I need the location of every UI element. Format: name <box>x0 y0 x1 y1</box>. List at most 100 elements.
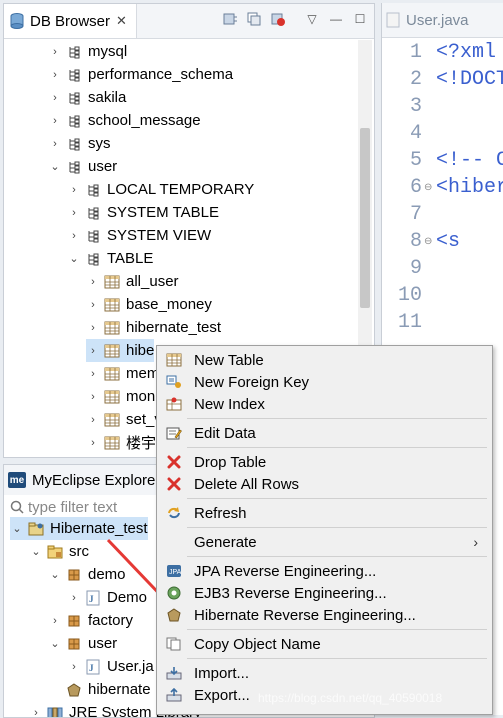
chevron-down-icon[interactable]: ⌄ <box>48 160 62 173</box>
chevron-right-icon[interactable]: › <box>86 345 100 357</box>
tree-item-set-v[interactable]: › set_v <box>86 408 162 431</box>
chevron-right-icon[interactable]: › <box>86 299 100 311</box>
maximize-icon[interactable]: ☐ <box>352 11 368 27</box>
tree-item-sys[interactable]: › sys <box>48 132 110 155</box>
menu-item-drop-table[interactable]: Drop Table <box>157 451 490 473</box>
menu-item-label: New Index <box>194 395 265 413</box>
db-browser-title: DB Browser <box>30 12 111 30</box>
tree-item-system-table[interactable]: › SYSTEM TABLE <box>67 201 219 224</box>
tree-item-mysql[interactable]: › mysql <box>48 40 127 63</box>
java-file-icon: J <box>85 659 101 675</box>
menu-item-edit-data[interactable]: Edit Data <box>157 422 490 444</box>
fold-icon[interactable]: ⊖ <box>424 182 432 193</box>
chevron-right-icon[interactable]: › <box>48 115 62 127</box>
java-file-icon: J <box>85 590 101 606</box>
watermark: https://blog.csdn.net/qq_40590018 <box>258 691 443 705</box>
view-menu-icon[interactable]: ▽ <box>304 11 320 27</box>
explorer-item-src[interactable]: ⌄ src <box>29 540 89 563</box>
tree-item-system-view[interactable]: › SYSTEM VIEW <box>67 224 211 247</box>
code-line[interactable]: <?xml <box>436 41 496 64</box>
chevron-right-icon[interactable]: › <box>86 322 100 334</box>
tree-item-performance-schema[interactable]: › performance_schema <box>48 63 233 86</box>
chevron-down-icon[interactable]: ⌄ <box>10 522 24 535</box>
explorer-item-user[interactable]: ⌄ user <box>48 632 117 655</box>
menu-item-copy-object-name[interactable]: Copy Object Name <box>157 633 490 655</box>
tree-item-mon[interactable]: › mon <box>86 385 155 408</box>
chevron-right-icon[interactable]: › <box>67 207 81 219</box>
menu-separator <box>187 418 487 419</box>
chevron-right-icon[interactable]: › <box>29 707 43 718</box>
tree-item-sakila[interactable]: › sakila <box>48 86 126 109</box>
chevron-right-icon[interactable]: › <box>67 592 81 604</box>
code-line[interactable]: <!-- C <box>436 149 503 172</box>
tree-item-user[interactable]: ⌄ user <box>48 155 117 178</box>
menu-item-new-table[interactable]: New Table <box>157 349 490 371</box>
chevron-right-icon[interactable]: › <box>86 437 100 449</box>
chevron-right-icon[interactable]: › <box>67 661 81 673</box>
explorer-item-user-ja[interactable]: › J User.ja <box>67 655 154 678</box>
chevron-right-icon[interactable]: › <box>48 69 62 81</box>
menu-item-import[interactable]: Import... <box>157 662 490 684</box>
editor-tab[interactable]: User.java <box>382 3 503 38</box>
chevron-down-icon[interactable]: ⌄ <box>48 568 62 581</box>
tree-item-local-temporary[interactable]: › LOCAL TEMPORARY <box>67 178 254 201</box>
chevron-right-icon[interactable]: › <box>48 46 62 58</box>
chevron-right-icon[interactable]: › <box>48 92 62 104</box>
explorer-item-demo[interactable]: ⌄ demo <box>48 563 125 586</box>
tree-item-label: hibernate_test <box>126 319 222 336</box>
chevron-down-icon[interactable]: ⌄ <box>29 545 43 558</box>
ejb3-icon <box>165 585 183 601</box>
chevron-right-icon[interactable]: › <box>86 276 100 288</box>
menu-item-new-index[interactable]: New Index <box>157 393 490 415</box>
menu-item-new-foreign-key[interactable]: New Foreign Key <box>157 371 490 393</box>
chevron-right-icon[interactable]: › <box>67 230 81 242</box>
code-line[interactable]: <s <box>436 230 460 253</box>
filter-input[interactable]: type filter text <box>4 495 154 519</box>
connect-icon[interactable] <box>222 11 238 27</box>
minimize-icon[interactable]: — <box>328 11 344 27</box>
menu-item-refresh[interactable]: Refresh <box>157 502 490 524</box>
chevron-right-icon[interactable]: › <box>48 138 62 150</box>
explorer-item-demo[interactable]: › J Demo <box>67 586 147 609</box>
close-icon[interactable]: ✕ <box>116 13 127 29</box>
schema-icon <box>85 205 101 221</box>
schema-icon <box>66 159 82 175</box>
explorer-item-label: src <box>69 543 89 560</box>
menu-item-delete-all-rows[interactable]: Delete All Rows <box>157 473 490 495</box>
menu-item-ejb3-reverse-engineering[interactable]: EJB3 Reverse Engineering... <box>157 582 490 604</box>
menu-item-hibernate-reverse-engineering[interactable]: Hibernate Reverse Engineering... <box>157 604 490 626</box>
explorer-item-hibernate[interactable]: hibernate <box>48 678 151 701</box>
table-icon <box>104 343 120 359</box>
menu-item-jpa-reverse-engineering[interactable]: JPA JPA Reverse Engineering... <box>157 560 490 582</box>
chevron-down-icon[interactable]: ⌄ <box>67 252 81 265</box>
tree-item-table[interactable]: ⌄ TABLE <box>67 247 153 270</box>
menu-item-label: JPA Reverse Engineering... <box>194 562 377 580</box>
db-browser-tab[interactable]: DB Browser ✕ <box>4 4 137 38</box>
explorer-item-label: User.ja <box>107 658 154 675</box>
code-line[interactable]: <hiber <box>436 176 503 199</box>
tree-item-hibe[interactable]: › hibe <box>86 339 155 362</box>
code-line[interactable]: <!DOCT <box>436 68 503 91</box>
chevron-right-icon[interactable]: › <box>67 184 81 196</box>
tree-item-item[interactable]: › 楼宇 <box>86 431 156 454</box>
disconnect-icon[interactable] <box>270 11 286 27</box>
chevron-right-icon[interactable]: › <box>86 414 100 426</box>
hibernate-icon <box>165 607 183 623</box>
chevron-right-icon[interactable]: › <box>86 391 100 403</box>
scrollbar-thumb[interactable] <box>360 128 370 308</box>
tree-item-all-user[interactable]: › all_user <box>86 270 178 293</box>
tree-item-hibernate-test[interactable]: › hibernate_test <box>86 316 221 339</box>
explorer-item-factory[interactable]: › factory <box>48 609 133 632</box>
explorer-item-hibernate-test[interactable]: ⌄ Hibernate_test <box>10 517 148 540</box>
chevron-right-icon[interactable]: › <box>48 615 62 627</box>
tree-item-school-message[interactable]: › school_message <box>48 109 200 132</box>
hibernate-icon <box>66 682 82 698</box>
tree-item-mem[interactable]: › mem <box>86 362 159 385</box>
chevron-right-icon[interactable]: › <box>86 368 100 380</box>
explorer-title: MyEclipse Explore <box>32 471 156 489</box>
menu-item-generate[interactable]: Generate › <box>157 531 490 553</box>
collapse-icon[interactable] <box>246 11 262 27</box>
tree-item-base-money[interactable]: › base_money <box>86 293 212 316</box>
chevron-down-icon[interactable]: ⌄ <box>48 637 62 650</box>
fold-icon[interactable]: ⊖ <box>424 236 432 247</box>
